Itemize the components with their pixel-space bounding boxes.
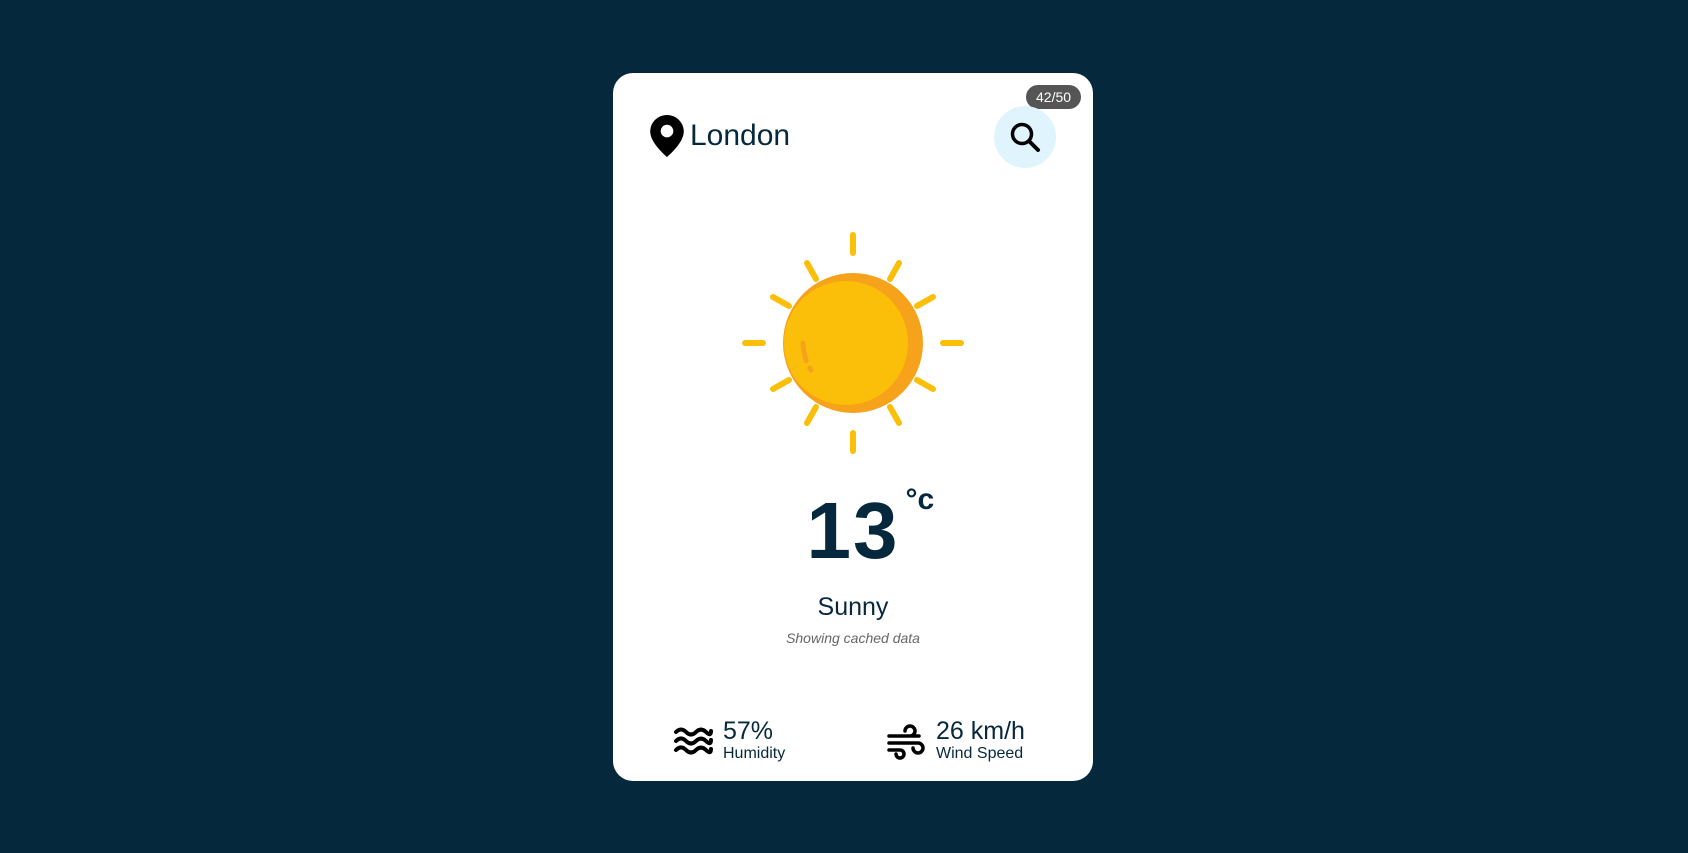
temperature-value-wrap: 13 °c: [807, 485, 935, 571]
sun-icon: [742, 232, 964, 454]
wind-text: 26 km/h Wind Speed: [936, 718, 1025, 764]
weather-image: [738, 228, 968, 458]
temperature-value: 13: [806, 486, 900, 575]
temperature-unit: °c: [905, 483, 935, 516]
humidity-detail: 57% Humidity: [673, 718, 785, 764]
cache-status-note: Showing cached data: [786, 630, 920, 646]
search-button[interactable]: [994, 106, 1056, 168]
temperature: 13 °c: [613, 485, 1093, 571]
city-name: London: [690, 119, 791, 152]
wind-label: Wind Speed: [936, 745, 1024, 762]
location-header: London: [650, 115, 790, 157]
weather-card: 42/50 London 13 °c Sunny Showing cached …: [613, 73, 1093, 781]
humidity-value: 57%: [723, 717, 774, 745]
usage-count-badge: 42/50: [1026, 85, 1082, 109]
search-icon: [1010, 122, 1040, 152]
map-pin-icon: [650, 115, 684, 157]
wind-detail: 26 km/h Wind Speed: [886, 718, 1025, 764]
weather-description: Sunny: [817, 593, 889, 621]
wind-icon: [886, 721, 926, 761]
humidity-text: 57% Humidity: [723, 718, 785, 764]
wind-value: 26 km/h: [936, 717, 1025, 745]
humidity-label: Humidity: [723, 745, 786, 762]
water-waves-icon: [673, 721, 713, 761]
